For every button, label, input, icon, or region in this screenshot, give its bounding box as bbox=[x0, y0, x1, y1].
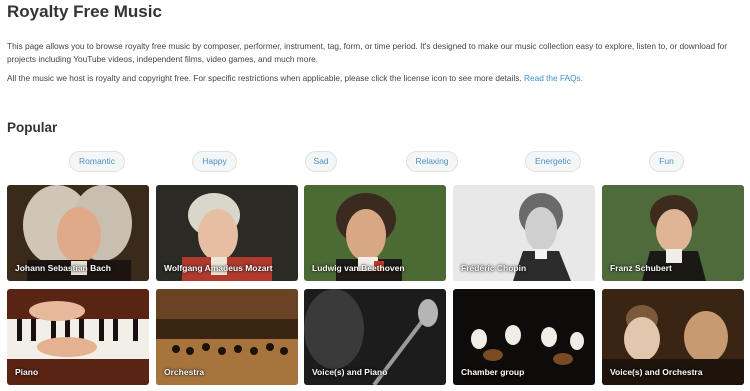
card-label: Franz Schubert bbox=[610, 263, 672, 273]
tag-relaxing[interactable]: Relaxing bbox=[406, 151, 458, 172]
card-chopin[interactable]: Frédéric Chopin bbox=[453, 185, 595, 281]
card-label: Orchestra bbox=[164, 367, 205, 377]
card-label: Johann Sebastian Bach bbox=[15, 263, 111, 273]
card-voice-piano[interactable]: Voice(s) and Piano bbox=[304, 289, 446, 385]
card-label: Piano bbox=[15, 367, 39, 377]
tag-fun[interactable]: Fun bbox=[649, 151, 684, 172]
card-voice-orchestra[interactable]: Voice(s) and Orchestra bbox=[602, 289, 744, 385]
card-piano[interactable]: Piano bbox=[7, 289, 149, 385]
tag-energetic[interactable]: Energetic bbox=[525, 151, 581, 172]
card-bach[interactable]: Johann Sebastian Bach bbox=[7, 185, 149, 281]
license-note: All the music we host is royalty and cop… bbox=[7, 72, 583, 85]
card-label: Voice(s) and Piano bbox=[312, 367, 388, 377]
license-note-text: All the music we host is royalty and cop… bbox=[7, 73, 522, 83]
tag-sad[interactable]: Sad bbox=[305, 151, 337, 172]
intro-text: This page allows you to browse royalty f… bbox=[7, 41, 728, 65]
card-chamber-group[interactable]: Chamber group bbox=[453, 289, 595, 385]
card-orchestra[interactable]: Orchestra bbox=[156, 289, 298, 385]
card-label: Wolfgang Amadeus Mozart bbox=[164, 263, 273, 273]
page-title: Royalty Free Music bbox=[7, 2, 162, 21]
tag-happy[interactable]: Happy bbox=[192, 151, 237, 172]
card-label: Chamber group bbox=[461, 367, 525, 377]
card-label: Voice(s) and Orchestra bbox=[610, 367, 703, 377]
card-mozart[interactable]: Wolfgang Amadeus Mozart bbox=[156, 185, 298, 281]
card-label: Ludwig van Beethoven bbox=[312, 263, 405, 273]
popular-heading: Popular bbox=[7, 120, 58, 135]
tag-romantic[interactable]: Romantic bbox=[69, 151, 125, 172]
faq-link[interactable]: Read the FAQs. bbox=[524, 73, 583, 83]
card-label: Frédéric Chopin bbox=[461, 263, 527, 273]
card-schubert[interactable]: Franz Schubert bbox=[602, 185, 744, 281]
card-beethoven[interactable]: Ludwig van Beethoven bbox=[304, 185, 446, 281]
